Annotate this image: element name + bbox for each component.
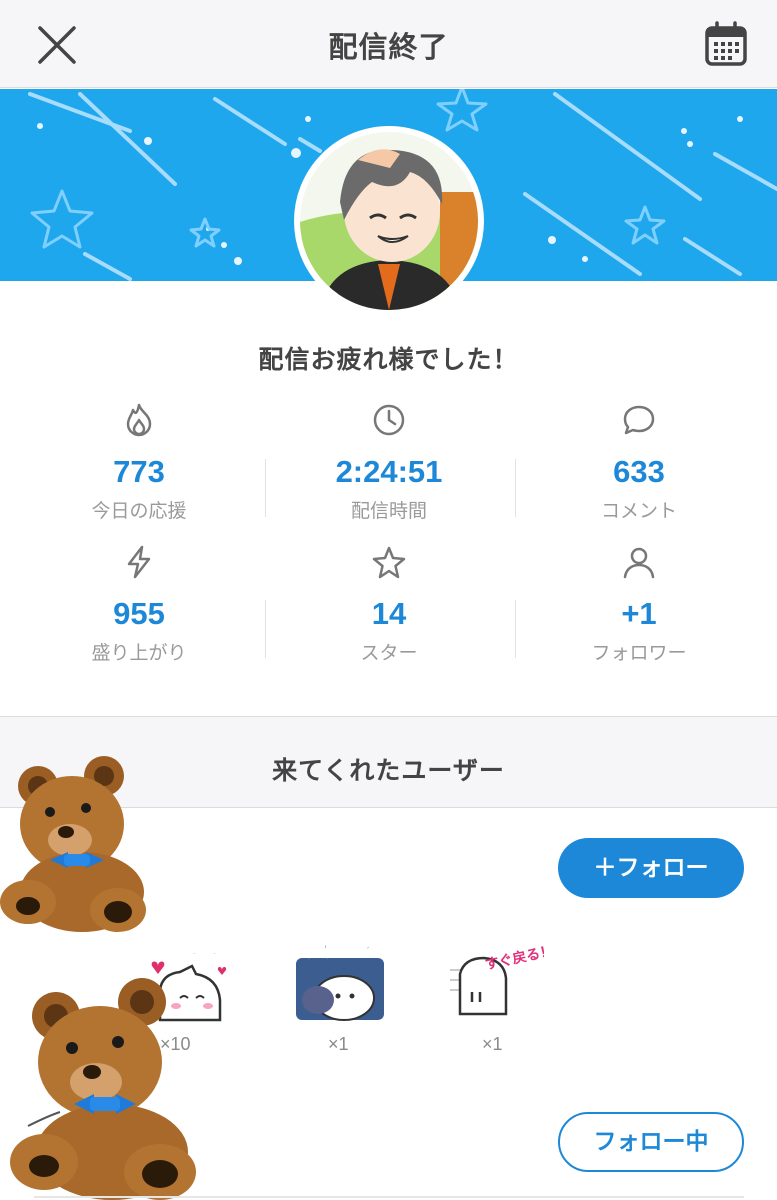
teddy-bear-sticker xyxy=(10,978,196,1200)
stream-stats: 773 今日の応援 2:24:51 配信時間 633 コメント 955 盛り上が… xyxy=(14,392,764,682)
comment-icon xyxy=(623,405,655,435)
header-bar: 配信終了 xyxy=(0,0,777,88)
stat-value: +1 xyxy=(621,596,657,631)
stat-label: フォロワー xyxy=(591,642,687,664)
follow-button[interactable]: ＋フォロー xyxy=(558,838,744,898)
person-icon xyxy=(623,547,655,579)
divider xyxy=(515,459,516,517)
clock-icon xyxy=(373,404,405,436)
divider xyxy=(265,600,266,658)
streamer-avatar[interactable] xyxy=(294,126,484,316)
divider xyxy=(265,459,266,517)
stat-support: 773 今日の応援 xyxy=(14,392,264,522)
teddy-bear-sticker xyxy=(0,756,146,932)
stat-label: 盛り上がり xyxy=(91,642,187,664)
avatar-illustration xyxy=(300,132,478,310)
stat-label: コメント xyxy=(600,500,677,522)
flame-icon xyxy=(126,403,152,437)
stat-label: 配信時間 xyxy=(350,500,427,522)
stat-duration: 2:24:51 配信時間 xyxy=(264,392,514,522)
sticker-text: すぐ戻る！ xyxy=(483,942,544,973)
sticker-sugu-modoru[interactable]: すぐ戻る！ xyxy=(448,930,555,1026)
stat-value: 633 xyxy=(613,454,665,489)
stat-comments: 633 コメント xyxy=(514,392,764,522)
stat-excitement: 955 盛り上がり xyxy=(14,534,264,664)
yariorru-sticker-image: やりおる xyxy=(296,937,384,1021)
stat-value: 14 xyxy=(371,596,407,631)
calendar-icon xyxy=(705,21,747,66)
stat-value: 773 xyxy=(113,454,165,489)
sticker-count: ×1 xyxy=(482,1034,503,1054)
stat-value: 955 xyxy=(113,596,165,631)
lightning-icon xyxy=(127,545,151,579)
sticker-text: やりおる xyxy=(300,937,380,961)
divider xyxy=(515,600,516,658)
stat-label: 今日の応援 xyxy=(91,500,187,522)
star-icon xyxy=(372,546,406,579)
sticker-yariorru[interactable]: やりおる xyxy=(292,930,388,1026)
stat-stars: 14 スター xyxy=(264,534,514,664)
thanks-message: 配信お疲れ様でした！ xyxy=(258,345,519,374)
page-title: 配信終了 xyxy=(328,30,449,64)
sticker-text: かわいい xyxy=(148,935,228,959)
following-button[interactable]: フォロー中 xyxy=(558,1112,744,1172)
stat-value: 2:24:51 xyxy=(335,454,443,489)
list-divider xyxy=(34,1196,744,1198)
stat-followers: +1 フォロワー xyxy=(514,534,764,664)
calendar-button[interactable] xyxy=(702,20,750,68)
sugu-modoru-sticker-image: すぐ戻る！ xyxy=(450,942,555,1016)
sticker-count: ×1 xyxy=(328,1034,349,1054)
stat-label: スター xyxy=(360,642,418,664)
